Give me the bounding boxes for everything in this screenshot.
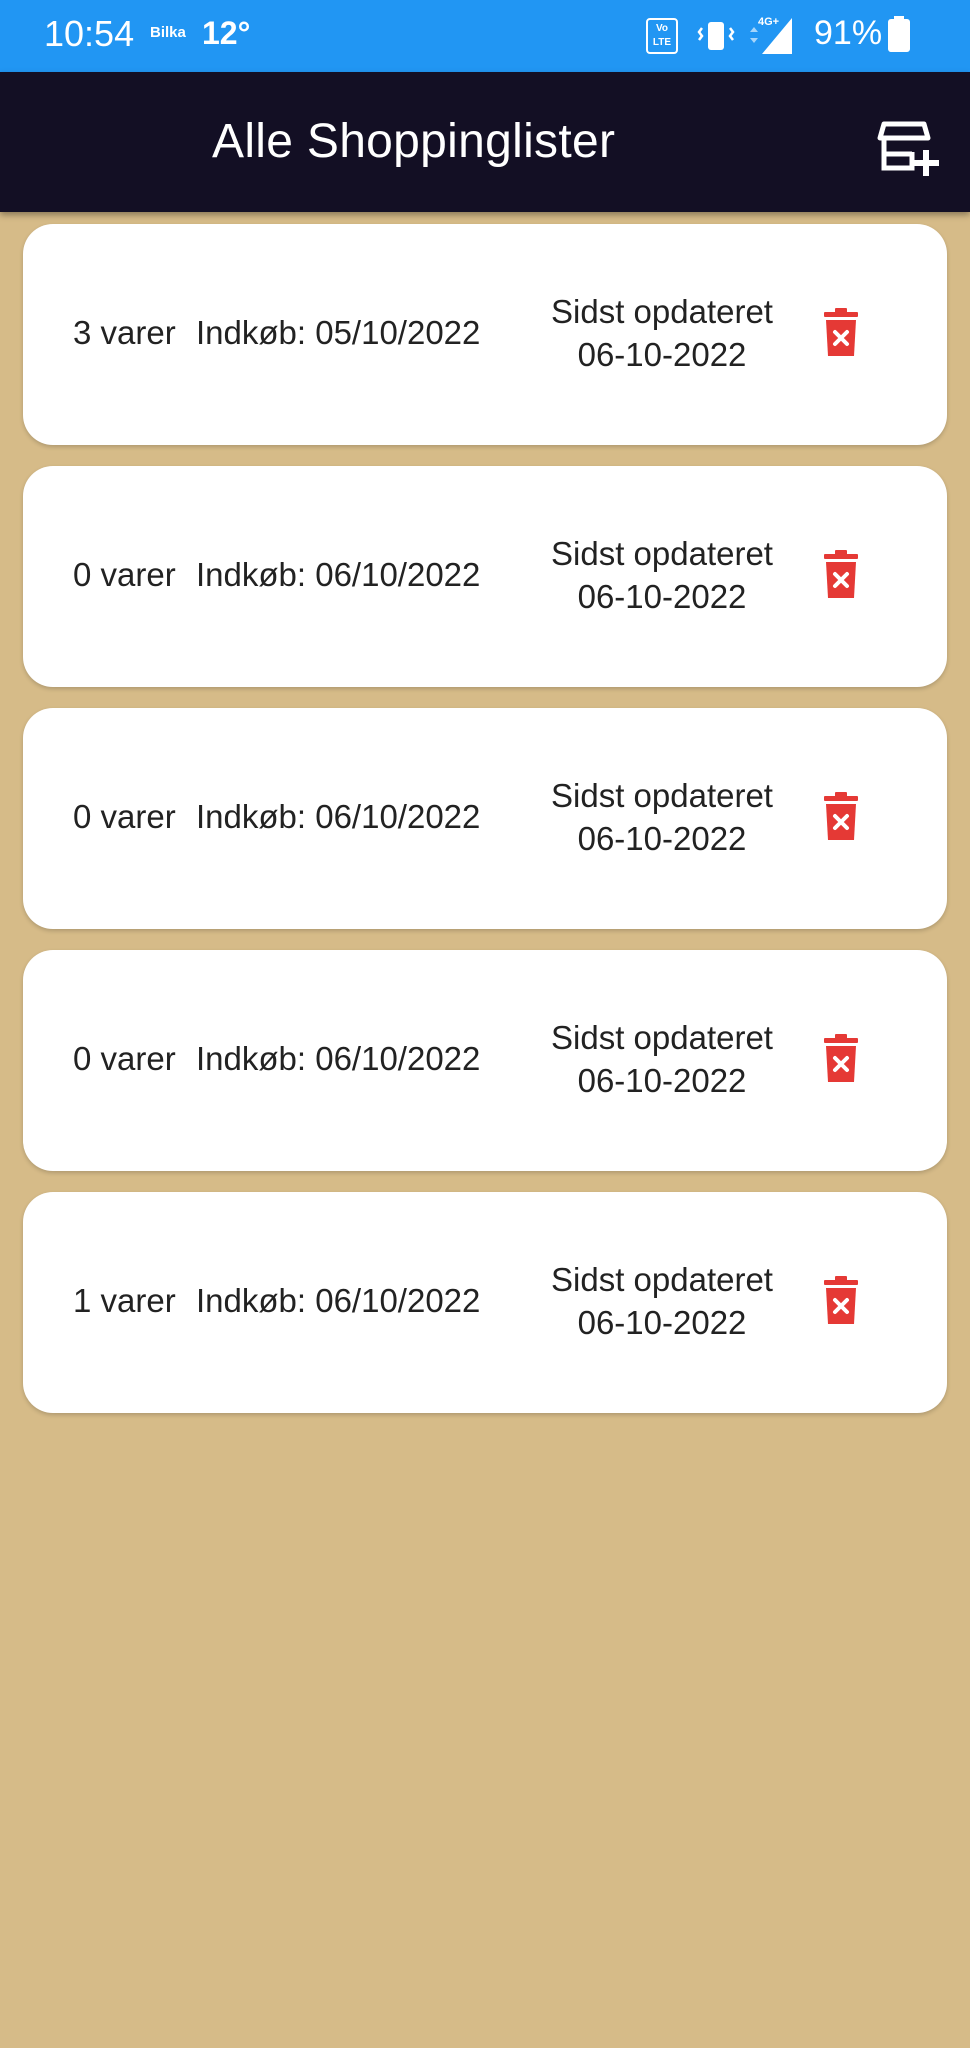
purchase-date: Indkøb: 06/10/2022 bbox=[196, 556, 481, 593]
status-bar: 10:54 Bilka 12° Vo LTE 4G+ 91% bbox=[0, 0, 970, 72]
page-title: Alle Shoppinglister bbox=[212, 115, 616, 168]
last-updated-date: 06-10-2022 bbox=[577, 1062, 747, 1099]
app-bar: Alle Shoppinglister bbox=[0, 72, 970, 212]
last-updated-date: 06-10-2022 bbox=[577, 1304, 747, 1341]
last-updated: Sidst opdateret 06-10-2022 bbox=[515, 290, 809, 376]
last-updated-label: Sidst opdateret bbox=[551, 293, 773, 330]
purchase-date: Indkøb: 06/10/2022 bbox=[196, 1282, 481, 1319]
shopping-list-card[interactable]: 0 varer Indkøb: 06/10/2022 Sidst opdater… bbox=[23, 950, 947, 1171]
volte-icon: Vo LTE bbox=[646, 18, 678, 54]
last-updated-label: Sidst opdateret bbox=[551, 535, 773, 572]
shopping-lists: 3 varer Indkøb: 05/10/2022 Sidst opdater… bbox=[23, 224, 947, 1434]
last-updated: Sidst opdateret 06-10-2022 bbox=[515, 532, 809, 618]
last-updated-label: Sidst opdateret bbox=[551, 1019, 773, 1056]
purchase-date: Indkøb: 05/10/2022 bbox=[196, 314, 481, 351]
last-updated-date: 06-10-2022 bbox=[577, 578, 747, 615]
shopping-list-card[interactable]: 1 varer Indkøb: 06/10/2022 Sidst opdater… bbox=[23, 1192, 947, 1413]
vibrate-icon bbox=[697, 22, 735, 50]
item-count: 0 varer bbox=[73, 1040, 176, 1077]
status-time: 10:54 bbox=[44, 13, 135, 54]
last-updated-date: 06-10-2022 bbox=[577, 336, 747, 373]
purchase-date: Indkøb: 06/10/2022 bbox=[196, 1040, 481, 1077]
item-count: 0 varer bbox=[73, 556, 176, 593]
shopping-list-card[interactable]: 0 varer Indkøb: 06/10/2022 Sidst opdater… bbox=[23, 708, 947, 929]
temperature: 12° bbox=[202, 15, 251, 51]
item-count: 3 varer bbox=[73, 314, 176, 351]
battery-percent: 91% bbox=[814, 14, 883, 52]
last-updated-label: Sidst opdateret bbox=[551, 777, 773, 814]
add-store-icon[interactable] bbox=[876, 118, 940, 178]
delete-icon[interactable] bbox=[816, 550, 866, 600]
signal-icon: 4G+ bbox=[750, 16, 792, 54]
carrier-badge: Bilka bbox=[150, 24, 186, 41]
battery-icon bbox=[888, 16, 910, 52]
shopping-list-card[interactable]: 0 varer Indkøb: 06/10/2022 Sidst opdater… bbox=[23, 466, 947, 687]
last-updated: Sidst opdateret 06-10-2022 bbox=[515, 1258, 809, 1344]
network-type-label: 4G+ bbox=[758, 16, 779, 28]
last-updated: Sidst opdateret 06-10-2022 bbox=[515, 774, 809, 860]
last-updated-label: Sidst opdateret bbox=[551, 1261, 773, 1298]
delete-icon[interactable] bbox=[816, 1276, 866, 1326]
item-count: 0 varer bbox=[73, 798, 176, 835]
delete-icon[interactable] bbox=[816, 1034, 866, 1084]
shopping-list-card[interactable]: 3 varer Indkøb: 05/10/2022 Sidst opdater… bbox=[23, 224, 947, 445]
delete-icon[interactable] bbox=[816, 792, 866, 842]
item-count: 1 varer bbox=[73, 1282, 176, 1319]
delete-icon[interactable] bbox=[816, 308, 866, 358]
last-updated: Sidst opdateret 06-10-2022 bbox=[515, 1016, 809, 1102]
purchase-date: Indkøb: 06/10/2022 bbox=[196, 798, 481, 835]
last-updated-date: 06-10-2022 bbox=[577, 820, 747, 857]
